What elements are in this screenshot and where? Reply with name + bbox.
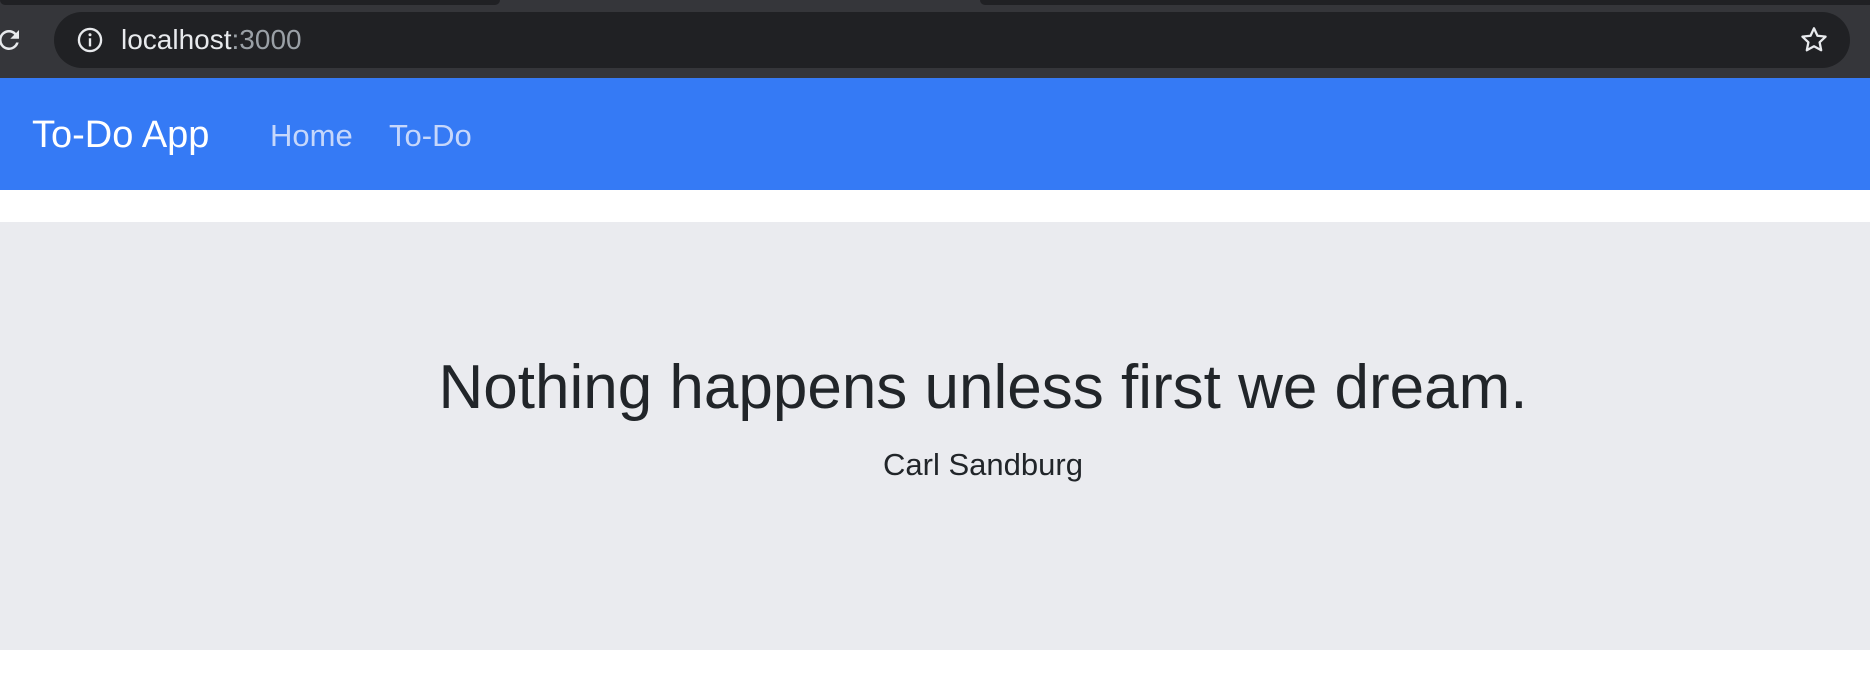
site-info-icon[interactable] — [76, 26, 104, 54]
bookmark-star-icon[interactable] — [1798, 24, 1830, 56]
quote-author: Carl Sandburg — [883, 447, 1083, 482]
nav-link-home[interactable]: Home — [270, 117, 353, 155]
jumbotron — [0, 222, 1870, 650]
address-bar[interactable] — [54, 12, 1850, 68]
address-bar-url[interactable]: localhost:3000 — [121, 22, 302, 58]
browser-tab-edge — [980, 0, 1870, 5]
browser-tab-edge — [0, 0, 500, 5]
url-port: :3000 — [231, 24, 302, 55]
navbar-brand[interactable]: To-Do App — [32, 112, 209, 158]
url-host: localhost — [121, 24, 232, 55]
quote-text: Nothing happens unless first we dream. — [438, 353, 1528, 422]
browser-toolbar: localhost:3000 — [0, 0, 1870, 78]
nav-link-todo[interactable]: To-Do — [389, 117, 472, 155]
reload-icon[interactable] — [0, 25, 24, 55]
